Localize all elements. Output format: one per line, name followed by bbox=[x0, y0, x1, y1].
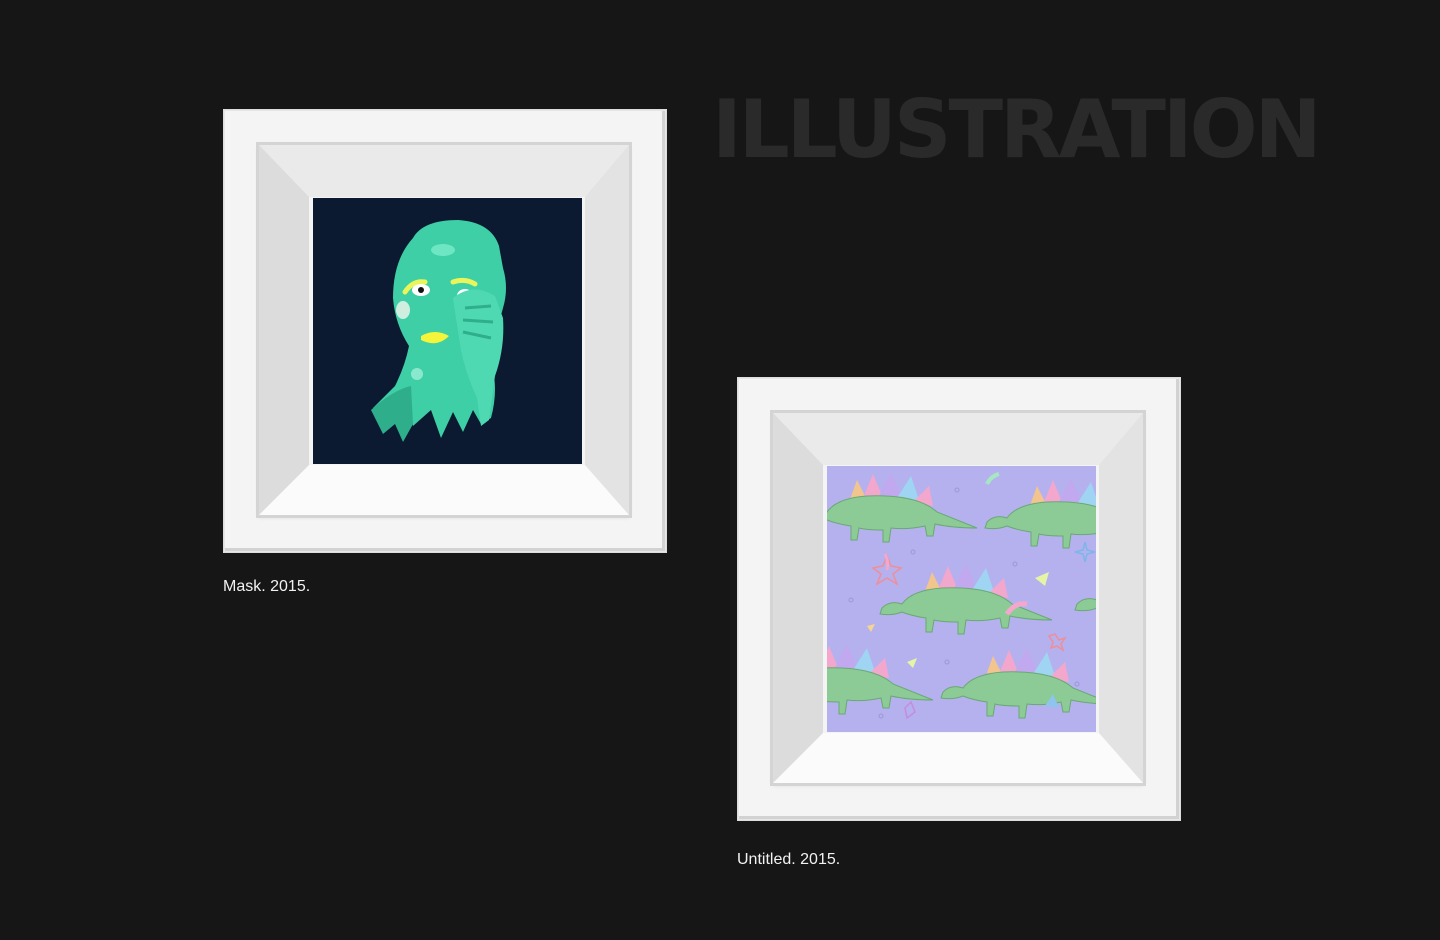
artwork-frame-mask[interactable] bbox=[224, 110, 666, 552]
mask-illustration-svg bbox=[313, 198, 582, 464]
stegosaurus-pattern-icon[interactable] bbox=[827, 466, 1096, 732]
mask-illustration-icon[interactable] bbox=[313, 198, 582, 464]
artwork-caption: Untitled. 2015. bbox=[737, 851, 841, 868]
artwork-caption: Mask. 2015. bbox=[223, 578, 311, 595]
artwork-frame-untitled[interactable] bbox=[738, 378, 1180, 820]
section-title: ILLUSTRATION bbox=[712, 83, 1322, 176]
stegosaurus-pattern-svg bbox=[827, 466, 1096, 732]
